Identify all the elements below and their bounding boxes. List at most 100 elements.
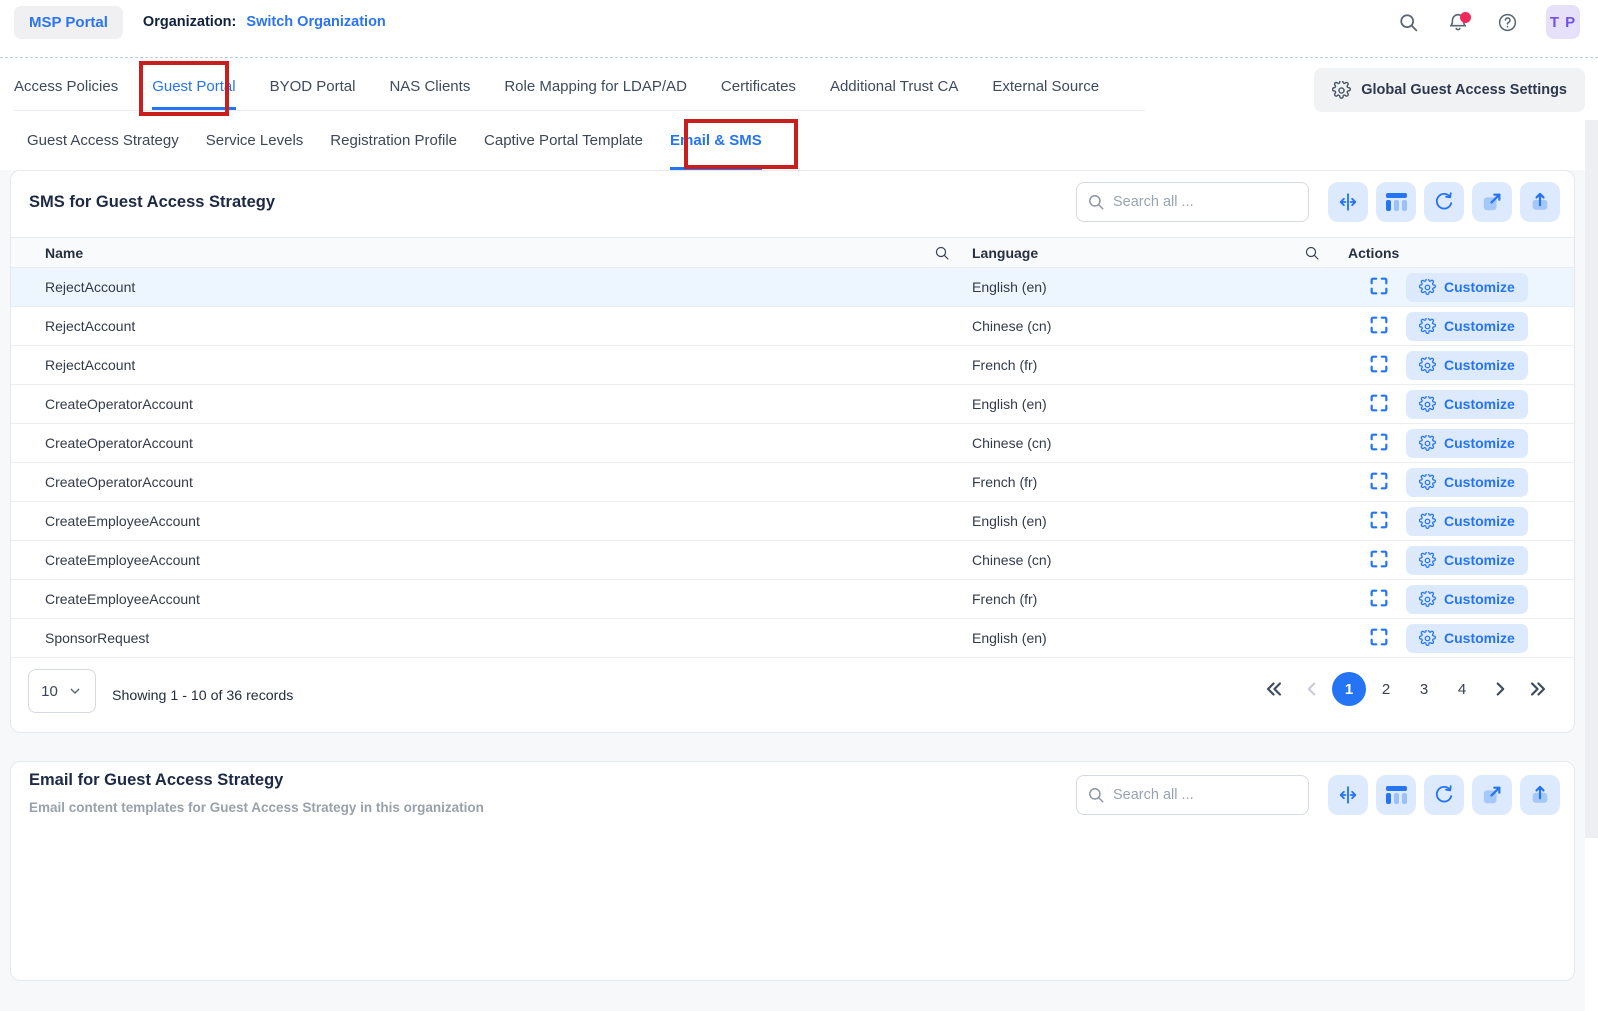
gear-icon — [1419, 318, 1436, 335]
page-4-button[interactable]: 4 — [1444, 672, 1480, 706]
notifications-bell-icon[interactable] — [1447, 11, 1469, 33]
customize-button[interactable]: Customize — [1406, 390, 1528, 419]
subtab-captive-portal-template[interactable]: Captive Portal Template — [484, 113, 643, 170]
gear-icon — [1419, 630, 1436, 647]
showing-records-text: Showing 1 - 10 of 36 records — [112, 658, 293, 733]
table-row[interactable]: RejectAccountEnglish (en)Customize — [11, 268, 1574, 307]
expand-button[interactable] — [1368, 314, 1392, 338]
page-3-button[interactable]: 3 — [1406, 672, 1442, 706]
refresh-button[interactable] — [1424, 182, 1464, 222]
fit-columns-button[interactable] — [1328, 775, 1368, 815]
search-icon — [1087, 193, 1105, 211]
table-row[interactable]: CreateOperatorAccountChinese (cn)Customi… — [11, 424, 1574, 463]
pagination-row: 10 Showing 1 - 10 of 36 records 1234 — [11, 658, 1574, 733]
row-actions: Customize — [1336, 390, 1574, 419]
upload-button[interactable] — [1520, 182, 1560, 222]
customize-label: Customize — [1444, 396, 1515, 412]
table-row[interactable]: CreateEmployeeAccountChinese (cn)Customi… — [11, 541, 1574, 580]
customize-button[interactable]: Customize — [1406, 351, 1528, 380]
customize-button[interactable]: Customize — [1406, 546, 1528, 575]
fullscreen-icon — [1368, 431, 1390, 455]
gear-icon — [1332, 81, 1351, 100]
organization-name-link[interactable]: Switch Organization — [246, 14, 385, 30]
expand-button[interactable] — [1368, 392, 1392, 416]
sms-section-title: SMS for Guest Access Strategy — [29, 193, 275, 212]
refresh-button[interactable] — [1424, 775, 1464, 815]
email-search-input[interactable] — [1076, 775, 1309, 815]
table-row[interactable]: CreateEmployeeAccountEnglish (en)Customi… — [11, 502, 1574, 541]
row-actions: Customize — [1336, 312, 1574, 341]
customize-label: Customize — [1444, 318, 1515, 334]
page-2-button[interactable]: 2 — [1368, 672, 1404, 706]
tab-external-source[interactable]: External Source — [992, 58, 1099, 110]
tab-nas-clients[interactable]: NAS Clients — [389, 58, 470, 110]
row-name: CreateOperatorAccount — [11, 474, 962, 490]
tab-additional-trust-ca[interactable]: Additional Trust CA — [830, 58, 958, 110]
customize-label: Customize — [1444, 474, 1515, 490]
table-row[interactable]: CreateOperatorAccountEnglish (en)Customi… — [11, 385, 1574, 424]
subtab-registration-profile[interactable]: Registration Profile — [330, 113, 457, 170]
main-tabs-list: Access Policies Guest Portal BYOD Portal NA… — [14, 58, 1145, 111]
subtab-service-levels[interactable]: Service Levels — [206, 113, 304, 170]
msp-portal-button[interactable]: MSP Portal — [14, 6, 123, 39]
customize-button[interactable]: Customize — [1406, 468, 1528, 497]
expand-button[interactable] — [1368, 587, 1392, 611]
expand-button[interactable] — [1368, 470, 1392, 494]
expand-button[interactable] — [1368, 626, 1392, 650]
subtab-email-sms[interactable]: Email & SMS — [670, 113, 762, 170]
global-guest-access-settings-button[interactable]: Global Guest Access Settings — [1314, 68, 1585, 112]
columns-button[interactable] — [1376, 775, 1416, 815]
tab-byod-portal[interactable]: BYOD Portal — [270, 58, 356, 110]
table-row[interactable]: RejectAccountChinese (cn)Customize — [11, 307, 1574, 346]
column-search-icon[interactable] — [934, 245, 950, 261]
customize-label: Customize — [1444, 591, 1515, 607]
table-row[interactable]: SponsorRequestEnglish (en)Customize — [11, 619, 1574, 658]
gear-icon — [1419, 513, 1436, 530]
expand-button[interactable] — [1368, 353, 1392, 377]
gear-icon — [1419, 552, 1436, 569]
gear-icon — [1419, 396, 1436, 413]
last-page-button[interactable] — [1520, 671, 1556, 707]
page-1-button[interactable]: 1 — [1332, 672, 1366, 706]
fullscreen-icon — [1368, 275, 1390, 299]
fullscreen-icon — [1368, 470, 1390, 494]
customize-button[interactable]: Customize — [1406, 585, 1528, 614]
expand-button[interactable] — [1368, 548, 1392, 572]
expand-button[interactable] — [1368, 275, 1392, 299]
search-icon[interactable] — [1398, 12, 1419, 33]
app-header: MSP Portal Organization: Switch Organiza… — [0, 0, 1598, 44]
email-head-tools — [1076, 775, 1560, 815]
customize-button[interactable]: Customize — [1406, 273, 1528, 302]
columns-button[interactable] — [1376, 182, 1416, 222]
customize-button[interactable]: Customize — [1406, 429, 1528, 458]
help-icon[interactable] — [1497, 12, 1518, 33]
sub-tab-bar: Guest Access Strategy Service Levels Regis… — [0, 113, 1598, 170]
table-row[interactable]: RejectAccountFrench (fr)Customize — [11, 346, 1574, 385]
next-page-button[interactable] — [1482, 671, 1518, 707]
tab-certificates[interactable]: Certificates — [721, 58, 796, 110]
subtab-guest-access-strategy[interactable]: Guest Access Strategy — [27, 113, 179, 170]
refresh-icon — [1433, 191, 1455, 213]
expand-button[interactable] — [1368, 431, 1392, 455]
customize-button[interactable]: Customize — [1406, 624, 1528, 653]
upload-button[interactable] — [1520, 775, 1560, 815]
tab-access-policies[interactable]: Access Policies — [14, 58, 118, 110]
page-size-select[interactable]: 10 — [28, 669, 96, 713]
table-row[interactable]: CreateEmployeeAccountFrench (fr)Customiz… — [11, 580, 1574, 619]
table-row[interactable]: CreateOperatorAccountFrench (fr)Customiz… — [11, 463, 1574, 502]
email-section: Email for Guest Access Strategy Email co… — [10, 761, 1575, 981]
customize-button[interactable]: Customize — [1406, 312, 1528, 341]
open-in-new-button[interactable] — [1472, 775, 1512, 815]
open-in-new-button[interactable] — [1472, 182, 1512, 222]
tab-role-mapping-for-ldap-ad[interactable]: Role Mapping for LDAP/AD — [504, 58, 687, 110]
customize-button[interactable]: Customize — [1406, 507, 1528, 536]
expand-button[interactable] — [1368, 509, 1392, 533]
search-icon — [1087, 786, 1105, 804]
first-page-button[interactable] — [1256, 671, 1292, 707]
previous-page-button[interactable] — [1294, 671, 1330, 707]
column-search-icon[interactable] — [1304, 245, 1320, 261]
avatar[interactable]: T P — [1546, 5, 1580, 39]
fit-columns-button[interactable] — [1328, 182, 1368, 222]
tab-guest-portal[interactable]: Guest Portal — [152, 58, 235, 110]
sms-search-input[interactable] — [1076, 182, 1309, 222]
